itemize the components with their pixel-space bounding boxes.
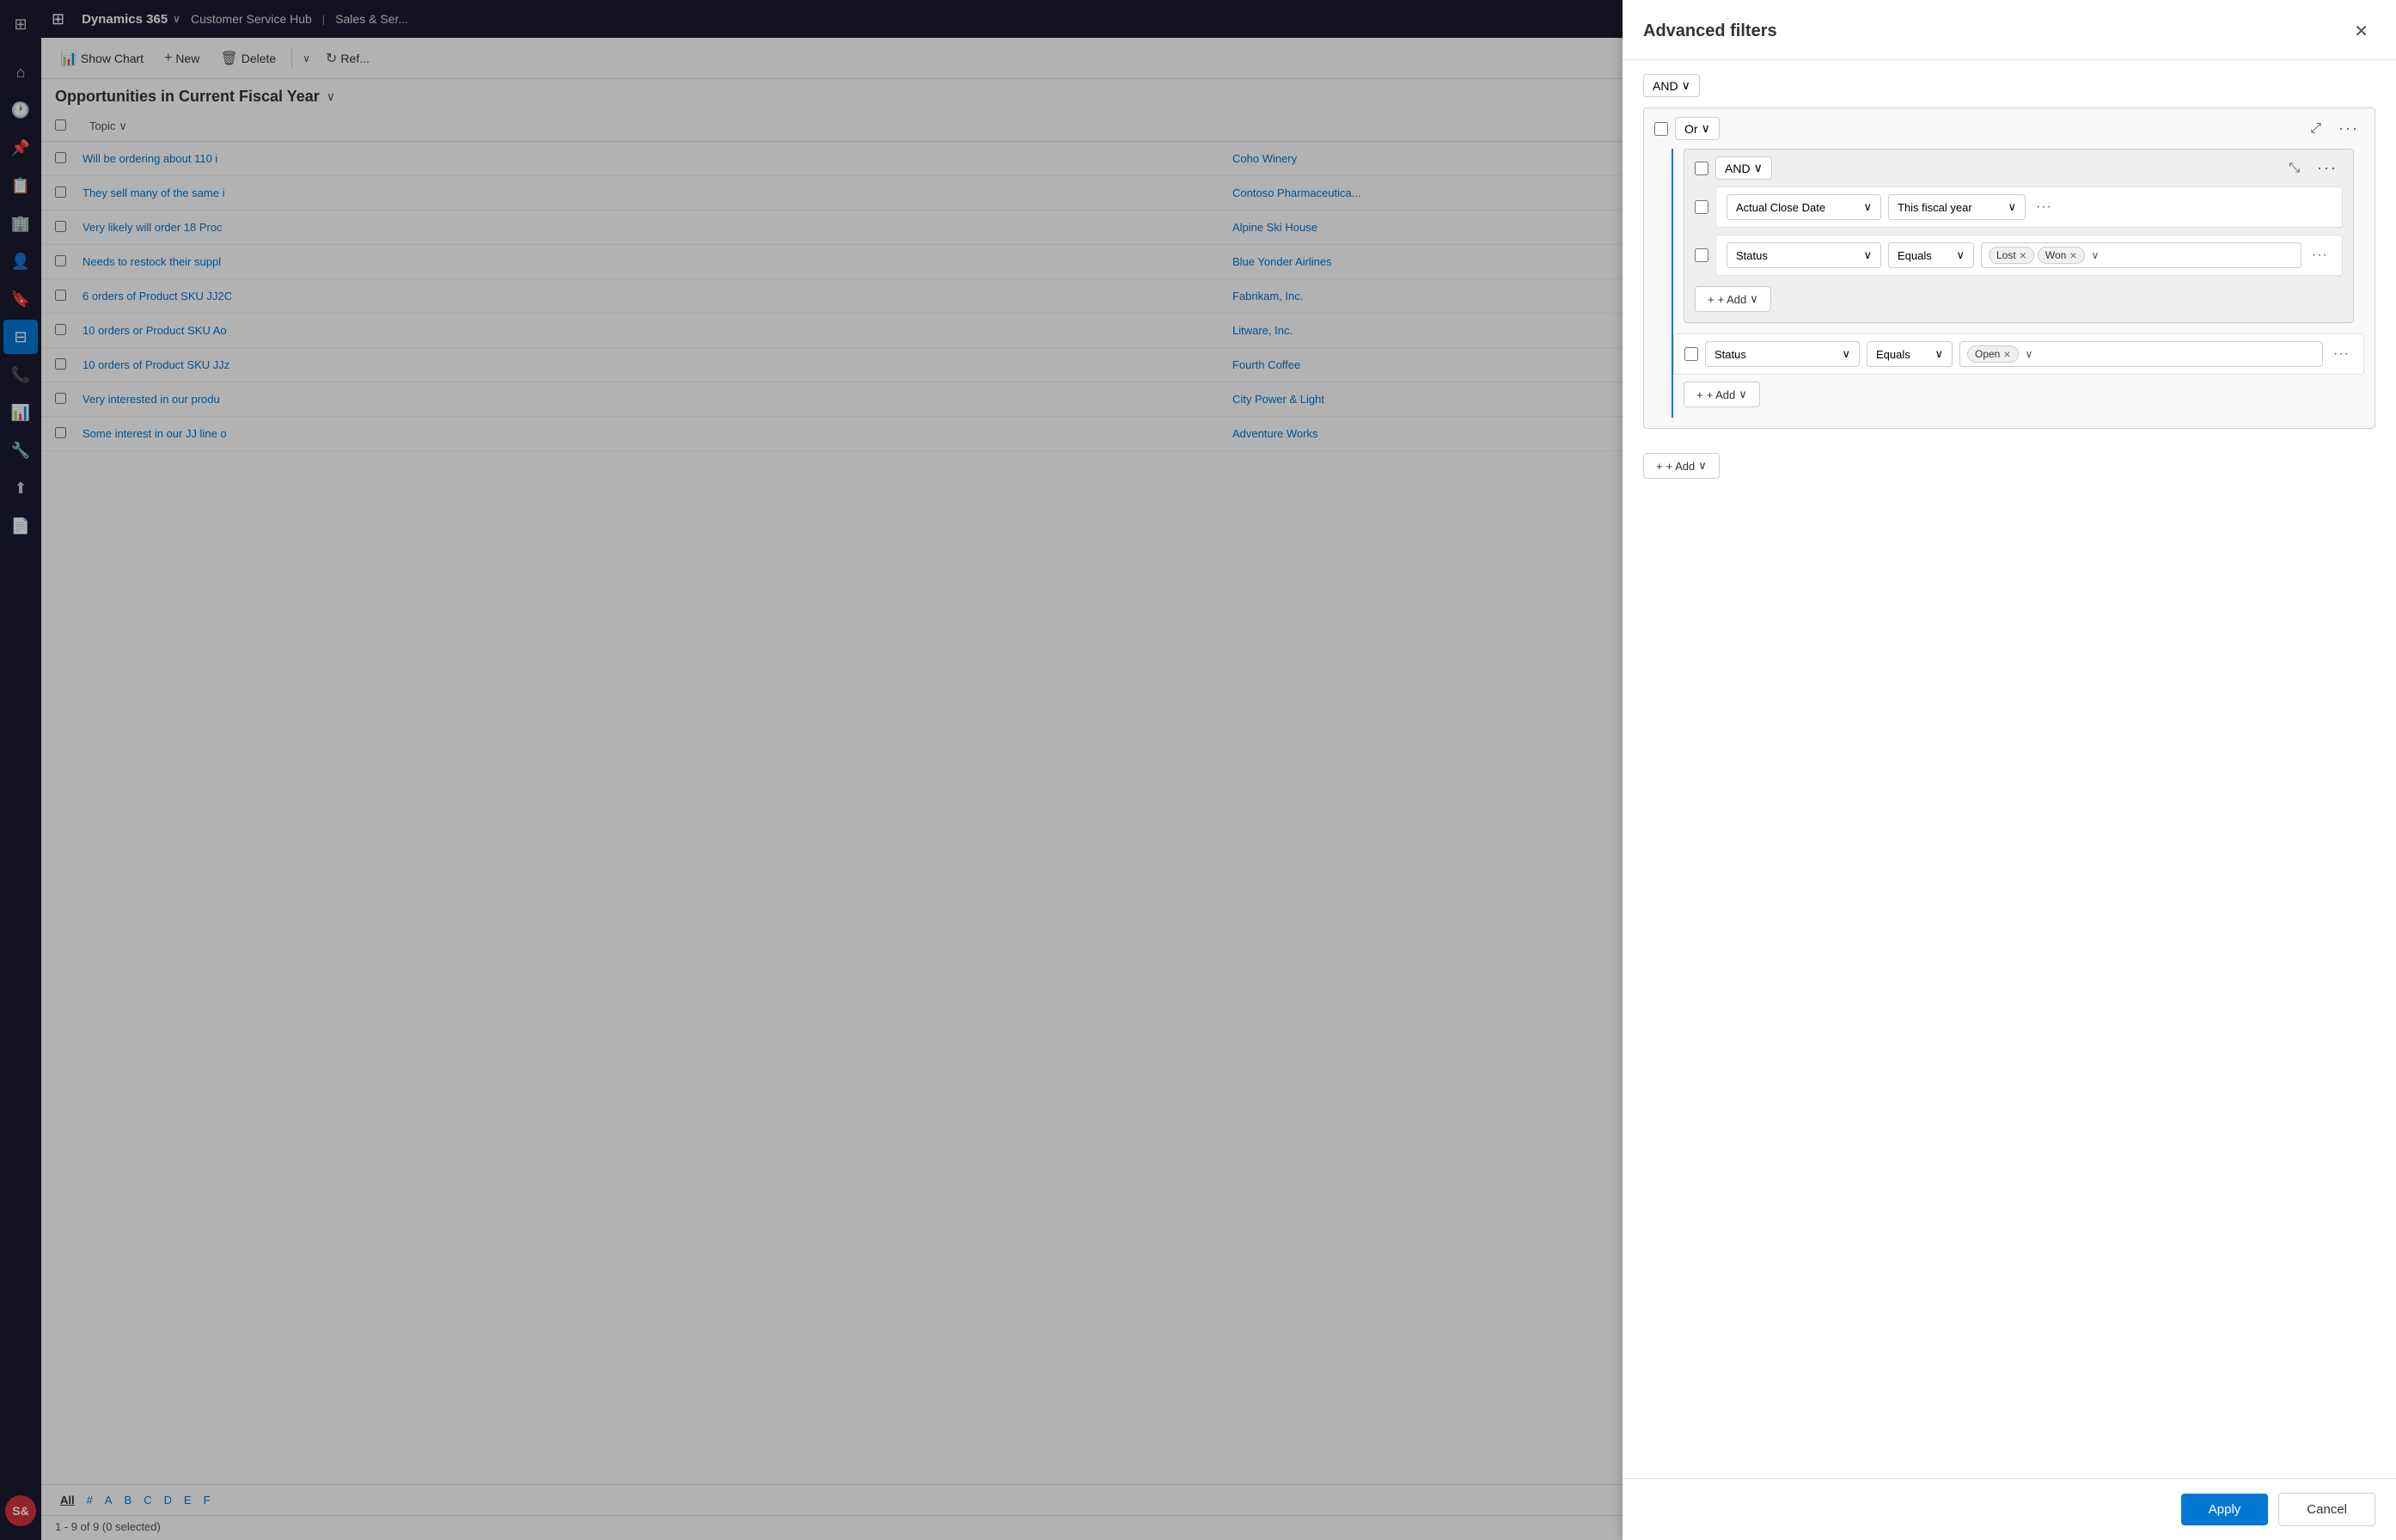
top-add-button[interactable]: + + Add ∨ xyxy=(1643,453,1720,479)
inner-group-operator-label: AND xyxy=(1725,162,1751,175)
outer-add-label: + Add xyxy=(1707,388,1736,401)
tag-won: Won × xyxy=(2038,247,2085,264)
filter-overlay: Advanced filters ✕ AND ∨ Or ∨ ⤢ xyxy=(0,0,2396,1540)
tag-lost-label: Lost xyxy=(1996,249,2016,261)
outer-cond-checkbox[interactable] xyxy=(1684,347,1698,361)
outer-group-checkbox[interactable] xyxy=(1654,122,1668,136)
inner-group-checkbox[interactable] xyxy=(1695,162,1708,175)
cond1-operator-select[interactable]: This fiscal year ∨ xyxy=(1888,194,2026,220)
tag-open: Open × xyxy=(1967,345,2019,363)
filter-close-button[interactable]: ✕ xyxy=(2347,17,2375,46)
cond2-field-label: Status xyxy=(1736,249,1768,262)
or-chevron-icon: ∨ xyxy=(1702,121,1710,136)
outer-condition-row: Status ∨ Equals ∨ Open × xyxy=(1673,333,2364,375)
cond2-more-button[interactable]: ··· xyxy=(2308,244,2332,266)
cond2-field-select[interactable]: Status ∨ xyxy=(1727,242,1881,268)
outer-more-button[interactable]: ··· xyxy=(2333,118,2364,139)
top-add-chevron-icon: ∨ xyxy=(1698,459,1707,473)
cond1-more-button[interactable]: ··· xyxy=(2032,196,2056,218)
inner-content: AND ∨ ⤡ ··· xyxy=(1673,149,2364,418)
inner-more-button[interactable]: ··· xyxy=(2312,157,2343,179)
outer-cond-field-label: Status xyxy=(1714,348,1746,361)
outer-cond-more-button[interactable]: ··· xyxy=(2330,343,2353,365)
outer-cond-field-chevron-icon: ∨ xyxy=(1842,347,1850,361)
outer-add-plus-icon: + xyxy=(1696,388,1703,401)
cond2-checkbox[interactable] xyxy=(1695,248,1708,262)
inner-group-actions: ⤡ ··· xyxy=(2283,157,2343,179)
filter-title: Advanced filters xyxy=(1643,21,1777,41)
outer-or-group: Or ∨ ⤢ ··· xyxy=(1643,107,2375,429)
outer-tag-container-chevron-icon[interactable]: ∨ xyxy=(2026,348,2033,360)
outer-expand-button[interactable]: ⤢ xyxy=(2305,119,2326,138)
inner-group-selector[interactable]: AND ∨ xyxy=(1715,156,1772,180)
cond1-operator-chevron-icon: ∨ xyxy=(2008,200,2016,214)
cond2-operator-label: Equals xyxy=(1898,249,1932,262)
filter-footer: Apply Cancel xyxy=(1623,1478,2396,1540)
cond1-checkbox[interactable] xyxy=(1695,200,1708,214)
outer-cond-field-select[interactable]: Status ∨ xyxy=(1705,341,1860,367)
inner-and-chevron-icon: ∨ xyxy=(1754,161,1763,175)
condition-1-row: Actual Close Date ∨ This fiscal year ∨ ·… xyxy=(1695,186,2343,228)
inner-add-label: + Add xyxy=(1718,293,1747,306)
inner-add-button[interactable]: + + Add ∨ xyxy=(1695,286,1771,312)
cond2-operator-chevron-icon: ∨ xyxy=(1956,248,1965,262)
cond1-field-label: Actual Close Date xyxy=(1736,201,1825,214)
top-and-label: AND xyxy=(1653,79,1678,93)
outer-cond-operator-chevron-icon: ∨ xyxy=(1935,347,1943,361)
outer-add-chevron-icon: ∨ xyxy=(1739,388,1747,401)
outer-group-selector[interactable]: Or ∨ xyxy=(1675,117,1720,140)
inner-expand-button[interactable]: ⤡ xyxy=(2283,159,2305,178)
inner-connector-container: AND ∨ ⤡ ··· xyxy=(1672,149,2364,418)
cond2-container: Status ∨ Equals ∨ Los xyxy=(1715,235,2343,276)
filter-header: Advanced filters ✕ xyxy=(1623,0,2396,60)
outer-cond-operator-select[interactable]: Equals ∨ xyxy=(1867,341,1953,367)
cond1-container: Actual Close Date ∨ This fiscal year ∨ ·… xyxy=(1715,186,2343,228)
outer-group-header: Or ∨ ⤢ ··· xyxy=(1644,108,2375,149)
outer-cond-value-container[interactable]: Open × ∨ xyxy=(1959,341,2323,367)
cond2-value-container[interactable]: Lost × Won × ∨ xyxy=(1981,242,2301,268)
outer-add-button[interactable]: + + Add ∨ xyxy=(1684,382,1760,407)
outer-group-actions: ⤢ ··· xyxy=(2305,118,2364,139)
top-add-plus-icon: + xyxy=(1656,460,1663,473)
cond2-operator-select[interactable]: Equals ∨ xyxy=(1888,242,1974,268)
inner-group-header: AND ∨ ⤡ ··· xyxy=(1684,150,2353,186)
filter-panel: Advanced filters ✕ AND ∨ Or ∨ ⤢ xyxy=(1623,0,2396,1540)
inner-and-group: AND ∨ ⤡ ··· xyxy=(1684,149,2354,323)
inner-add-plus-icon: + xyxy=(1708,293,1714,306)
cancel-button[interactable]: Cancel xyxy=(2278,1493,2375,1526)
tag-lost-remove[interactable]: × xyxy=(2020,249,2026,261)
top-and-selector[interactable]: AND ∨ xyxy=(1643,74,1700,97)
outer-group-operator-label: Or xyxy=(1684,122,1698,136)
cond1-field-chevron-icon: ∨ xyxy=(1863,200,1872,214)
top-and-chevron-icon: ∨ xyxy=(1682,78,1690,93)
tag-open-remove[interactable]: × xyxy=(2003,348,2010,360)
outer-cond-operator-label: Equals xyxy=(1876,348,1910,361)
filter-body: AND ∨ Or ∨ ⤢ ··· xyxy=(1623,60,2396,1478)
cond1-field-select[interactable]: Actual Close Date ∨ xyxy=(1727,194,1881,220)
top-add-label: + Add xyxy=(1666,460,1696,473)
tag-lost: Lost × xyxy=(1989,247,2034,264)
cond1-operator-label: This fiscal year xyxy=(1898,201,1972,214)
condition-2-row: Status ∨ Equals ∨ Los xyxy=(1695,235,2343,276)
tag-won-remove[interactable]: × xyxy=(2069,249,2076,261)
inner-add-chevron-icon: ∨ xyxy=(1750,292,1758,306)
tag-open-label: Open xyxy=(1975,348,2000,360)
cond2-field-chevron-icon: ∨ xyxy=(1863,248,1872,262)
tag-won-label: Won xyxy=(2045,249,2066,261)
tag-container-chevron-icon[interactable]: ∨ xyxy=(2092,249,2100,261)
apply-button[interactable]: Apply xyxy=(2181,1494,2269,1525)
